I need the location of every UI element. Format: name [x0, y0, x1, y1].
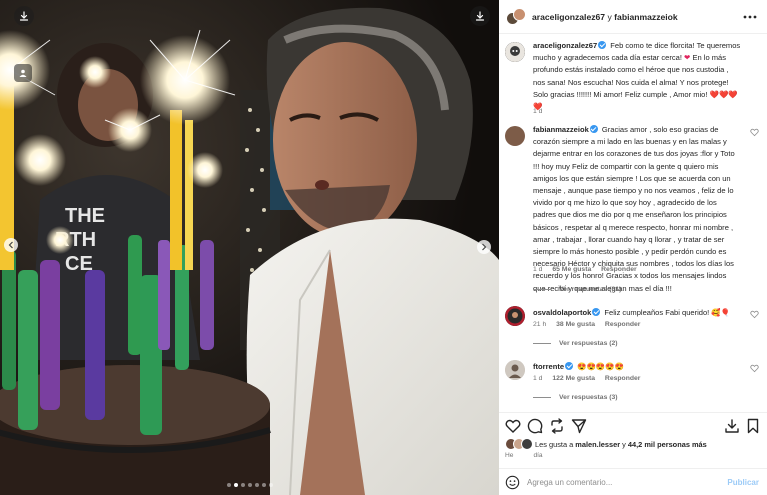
more-icon	[743, 15, 757, 19]
emoji-icon[interactable]	[505, 475, 520, 490]
comment-icon[interactable]	[527, 418, 543, 434]
avatar	[521, 438, 533, 450]
save-icon[interactable]	[745, 418, 761, 434]
comment-username[interactable]: araceligonzalez67	[533, 41, 597, 50]
author-separator: y	[607, 12, 612, 22]
comment-time: 21 h	[533, 321, 547, 328]
post-side-panel: araceligonzalez67 y fabianmazzeiok arace…	[499, 0, 767, 495]
comment-meta: 1 d 65 Me gusta Responder	[533, 266, 645, 273]
comment-text: araceligonzalez67 Feb como te dice florc…	[533, 40, 741, 113]
comment-likes[interactable]: 122 Me gusta	[552, 375, 595, 382]
download-icon	[475, 11, 485, 21]
chevron-left-icon	[8, 241, 13, 249]
reply-button[interactable]: Responder	[605, 321, 641, 328]
comment-time: 1 d	[533, 266, 543, 273]
comment-likes[interactable]: 65 Me gusta	[552, 266, 591, 273]
avatar	[513, 8, 526, 21]
download-button-right[interactable]	[470, 6, 490, 26]
comment-body: Feliz cumpleaños Fabi querido! 🥰🎈	[604, 308, 731, 317]
likes-prefix: Les gusta a	[535, 440, 574, 449]
verified-icon	[565, 362, 574, 370]
likes-user-link[interactable]: malen.lesser	[575, 440, 620, 449]
verified-icon	[589, 125, 598, 133]
view-replies-label: Ver respuestas (3)	[559, 394, 618, 401]
avatar[interactable]	[505, 306, 525, 326]
likes-summary: Les gusta a malen.lesser y 44,2 mil pers…	[505, 438, 767, 452]
comment-meta: 1 d 122 Me gusta Responder	[533, 375, 648, 382]
view-replies-button[interactable]: Ver respuestas (3)	[533, 394, 618, 401]
carousel-dot	[240, 483, 245, 487]
post-date-left: He	[505, 452, 514, 459]
post-media[interactable]: THE RTH CE	[0, 0, 499, 495]
comment-meta: 1 d	[533, 108, 550, 115]
view-replies-label: Ver respuestas (2)	[559, 340, 618, 347]
carousel-dot	[247, 483, 252, 487]
publish-button[interactable]: Publicar	[727, 478, 759, 487]
heart-emoji-icon: ❤	[684, 53, 691, 63]
post-header: araceligonzalez67 y fabianmazzeiok	[499, 0, 767, 34]
replies-divider	[533, 289, 551, 290]
view-replies-button[interactable]: Ver respuestas (2)	[533, 340, 618, 347]
reply-button[interactable]: Responder	[605, 375, 641, 382]
comments-list[interactable]: araceligonzalez67 Feb como te dice florc…	[499, 36, 767, 402]
post-date: He día	[505, 452, 543, 459]
heart-icon[interactable]	[750, 128, 759, 137]
post-authors: araceligonzalez67 y fabianmazzeiok	[532, 12, 678, 22]
replies-divider	[533, 397, 551, 398]
comment-body: 😍😍😍😍😍	[577, 362, 625, 371]
tag-icon	[19, 69, 27, 77]
comment-username[interactable]: ftorrente	[533, 362, 564, 371]
carousel-indicator	[0, 483, 499, 487]
comment-username[interactable]: fabianmazzeiok	[533, 125, 589, 134]
comment-text: osvaldolaportok Feliz cumpleaños Fabi qu…	[533, 307, 741, 319]
view-replies-label: Ver respuestas (31)	[559, 286, 622, 293]
comment-time: 1 d	[533, 375, 543, 382]
heart-icon[interactable]	[505, 418, 521, 434]
heart-icon[interactable]	[750, 364, 759, 373]
comment-likes[interactable]: 38 Me gusta	[556, 321, 595, 328]
more-options-button[interactable]	[742, 9, 758, 25]
next-media-button[interactable]	[477, 240, 491, 254]
avatar-image	[505, 42, 525, 62]
comment-composer: Publicar	[499, 468, 767, 495]
svg-text:THE: THE	[65, 205, 105, 227]
avatar[interactable]	[505, 42, 525, 62]
avatar[interactable]	[505, 126, 525, 146]
author-link-1[interactable]: araceligonzalez67	[532, 12, 605, 22]
repost-icon[interactable]	[549, 418, 565, 434]
photo-birthday-cake: THE RTH CE	[0, 0, 499, 495]
avatar-image	[505, 360, 525, 380]
comment-text: ftorrente 😍😍😍😍😍	[533, 361, 741, 373]
avatar-image	[505, 306, 525, 326]
carousel-dot	[261, 483, 266, 487]
carousel-dot-active	[233, 483, 238, 487]
comment-input[interactable]	[527, 475, 717, 490]
comment-time: 1 d	[533, 108, 543, 115]
tag-button[interactable]	[14, 64, 32, 82]
likes-count-link[interactable]: 44,2 mil personas más	[628, 440, 707, 449]
comment-meta: 21 h 38 Me gusta Responder	[533, 321, 648, 328]
author-link-2[interactable]: fabianmazzeiok	[614, 12, 678, 22]
download-icon[interactable]	[724, 418, 740, 434]
verified-icon	[598, 41, 607, 49]
download-media-button[interactable]	[14, 6, 34, 26]
carousel-dot	[254, 483, 259, 487]
verified-icon	[592, 308, 601, 316]
replies-divider	[533, 343, 551, 344]
avatar[interactable]	[505, 360, 525, 380]
chevron-right-icon	[482, 243, 487, 251]
view-replies-button[interactable]: Ver respuestas (31)	[533, 286, 621, 293]
likes-mid: y	[622, 440, 626, 449]
share-icon[interactable]	[571, 418, 587, 434]
heart-icon[interactable]	[750, 310, 759, 319]
reply-button[interactable]: Responder	[601, 266, 637, 273]
download-icon	[19, 11, 29, 21]
prev-media-button[interactable]	[4, 238, 18, 252]
carousel-dot	[226, 483, 231, 487]
comment-username[interactable]: osvaldolaportok	[533, 308, 591, 317]
header-avatars[interactable]	[506, 8, 526, 26]
post-actions	[499, 412, 767, 436]
carousel-dot	[268, 483, 273, 487]
post-date-right: día	[533, 452, 543, 459]
